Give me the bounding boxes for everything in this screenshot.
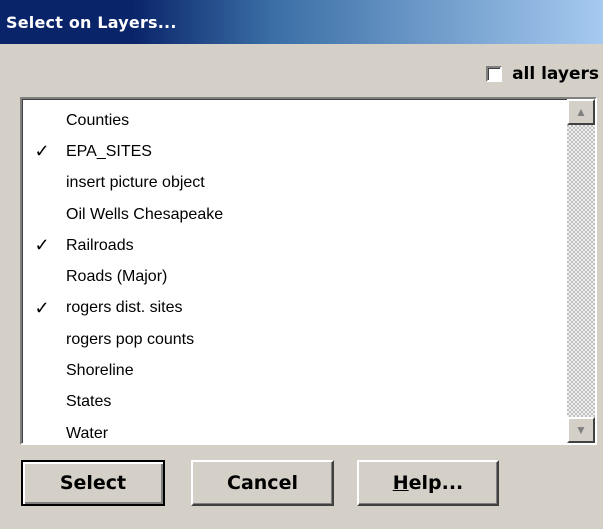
title-bar: Select on Layers...: [0, 0, 603, 44]
layer-label: rogers dist. sites: [66, 299, 183, 317]
checkmark-icon: ✓: [34, 235, 50, 256]
all-layers-checkbox[interactable]: [486, 66, 503, 82]
list-item[interactable]: insert picture object: [22, 168, 567, 199]
list-item[interactable]: ✓ Railroads: [22, 230, 567, 261]
select-button[interactable]: Select: [21, 460, 165, 506]
help-button[interactable]: Help...: [357, 460, 499, 506]
scroll-up-button[interactable]: ▲: [567, 99, 595, 125]
list-item[interactable]: Oil Wells Chesapeake: [22, 199, 567, 230]
layer-label: insert picture object: [66, 174, 205, 192]
list-item[interactable]: Roads (Major): [22, 261, 567, 292]
layer-label: Counties: [66, 111, 130, 129]
layer-label: Water: [66, 424, 109, 442]
arrow-up-icon: ▲: [575, 105, 587, 119]
list-item[interactable]: Counties: [22, 105, 567, 136]
list-item[interactable]: ✓ EPA_SITES: [22, 136, 567, 167]
layer-label: rogers pop counts: [66, 330, 195, 348]
layer-label: Railroads: [66, 236, 134, 254]
layer-label: Shoreline: [66, 362, 134, 380]
list-item[interactable]: ✓ rogers dist. sites: [22, 293, 567, 324]
layer-label: States: [66, 393, 112, 411]
help-label-rest: elp...: [408, 472, 464, 494]
list-item[interactable]: Shoreline: [22, 355, 567, 386]
vertical-scrollbar[interactable]: ▲ ▼: [567, 99, 595, 443]
layer-label: Roads (Major): [66, 268, 168, 286]
all-layers-option[interactable]: all layers: [486, 63, 599, 85]
list-item[interactable]: Water: [22, 418, 567, 449]
all-layers-label: all layers: [512, 64, 599, 84]
layer-label: Oil Wells Chesapeake: [66, 205, 224, 223]
checkmark-icon: ✓: [34, 141, 50, 162]
list-item[interactable]: States: [22, 387, 567, 418]
list-item[interactable]: rogers pop counts: [22, 324, 567, 355]
arrow-down-icon: ▼: [575, 423, 587, 437]
window-title: Select on Layers...: [6, 12, 177, 32]
layers-list: Counties ✓ EPA_SITES insert picture obje…: [22, 105, 567, 449]
scroll-down-button[interactable]: ▼: [567, 417, 595, 443]
layer-label: EPA_SITES: [66, 142, 152, 160]
select-on-layers-dialog: Select on Layers... all layers Counties …: [0, 0, 603, 529]
checkmark-icon: ✓: [34, 297, 50, 318]
cancel-button[interactable]: Cancel: [191, 460, 334, 506]
layers-listbox[interactable]: Counties ✓ EPA_SITES insert picture obje…: [20, 97, 597, 445]
help-mnemonic: H: [392, 472, 409, 494]
